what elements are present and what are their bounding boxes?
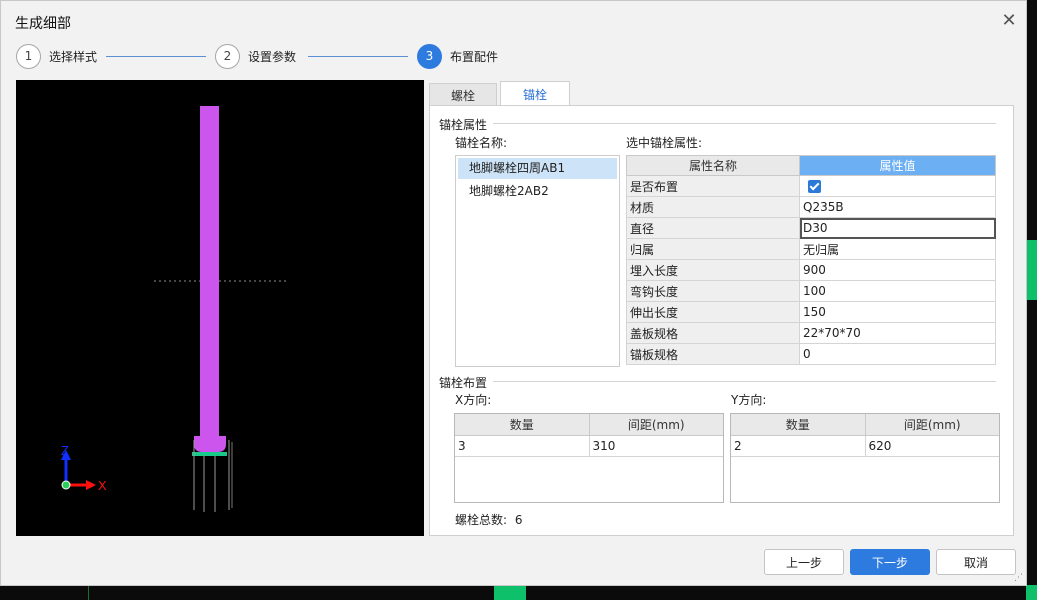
col-header-spacing: 间距(mm) bbox=[588, 414, 723, 436]
col-header-count: 数量 bbox=[455, 414, 590, 436]
table-header-row: 数量 间距(mm) bbox=[731, 414, 999, 436]
bolt-total-label: 螺栓总数: bbox=[455, 513, 508, 527]
background-highlight bbox=[494, 585, 526, 600]
bolt-total-value: 6 bbox=[514, 513, 523, 527]
step-number: 2 bbox=[215, 43, 240, 69]
table-row: 材质 Q235B bbox=[626, 196, 996, 218]
checkbox-checked-icon[interactable] bbox=[808, 180, 821, 193]
group-divider bbox=[491, 123, 996, 124]
table-row: 伸出长度 150 bbox=[626, 301, 996, 323]
z-axis-label: Z bbox=[61, 443, 69, 458]
table-row: 锚板规格 0 bbox=[626, 343, 996, 365]
prop-value-cell[interactable]: 900 bbox=[799, 259, 996, 281]
resize-grip-icon[interactable]: ⋰ bbox=[1014, 573, 1024, 583]
anchor-name-label: 锚栓名称: bbox=[455, 136, 508, 150]
background-highlight bbox=[1026, 240, 1037, 300]
prop-name-cell: 盖板规格 bbox=[626, 322, 800, 344]
prop-value-cell[interactable]: 22*70*70 bbox=[799, 322, 996, 344]
x-direction-label: X方向: bbox=[455, 393, 492, 407]
step-2: 2 设置参数 bbox=[215, 43, 296, 69]
step-label: 布置配件 bbox=[450, 49, 499, 64]
prop-value-cell[interactable]: 0 bbox=[799, 343, 996, 365]
column-base bbox=[194, 436, 226, 452]
prop-value-cell[interactable] bbox=[799, 175, 996, 197]
x-spacing-cell[interactable]: 310 bbox=[588, 434, 723, 457]
bolt-total: 螺栓总数: 6 bbox=[455, 511, 523, 528]
group-divider bbox=[491, 381, 996, 382]
steel-column bbox=[200, 106, 219, 440]
x-direction-table: 数量 间距(mm) 3 310 bbox=[454, 413, 724, 503]
step-1: 1 选择样式 bbox=[16, 43, 97, 69]
prop-value-cell[interactable]: D30 bbox=[799, 217, 996, 239]
x-axis-label: X bbox=[98, 478, 107, 493]
table-row: 埋入长度 900 bbox=[626, 259, 996, 281]
step-connector bbox=[308, 56, 408, 57]
cancel-button[interactable]: 取消 bbox=[936, 549, 1016, 575]
x-count-cell[interactable]: 3 bbox=[455, 434, 590, 457]
table-row: 3 310 bbox=[455, 434, 723, 457]
anchor-props-table: 属性名称 属性值 是否布置 材质 Q235B 直径 D30 归属 无归属 埋入长… bbox=[626, 155, 996, 365]
table-header-row: 属性名称 属性值 bbox=[626, 155, 996, 176]
tab-anchor-bolt[interactable]: 锚栓 bbox=[500, 81, 570, 106]
prop-value-cell[interactable]: 无归属 bbox=[799, 238, 996, 260]
dialog-title: 生成细部 bbox=[15, 16, 71, 32]
prev-button[interactable]: 上一步 bbox=[764, 549, 844, 575]
step-3: 3 布置配件 bbox=[417, 43, 498, 69]
prop-name-cell: 埋入长度 bbox=[626, 259, 800, 281]
y-spacing-cell[interactable]: 620 bbox=[864, 434, 999, 457]
table-header-row: 数量 间距(mm) bbox=[455, 414, 723, 436]
anchor-layout-group-title: 锚栓布置 bbox=[439, 374, 494, 391]
prop-name-cell: 是否布置 bbox=[626, 175, 800, 197]
step-number: 1 bbox=[16, 43, 41, 69]
list-item[interactable]: 地脚螺栓2AB2 bbox=[458, 181, 617, 202]
col-header-prop-name[interactable]: 属性名称 bbox=[626, 155, 800, 176]
x-axis-arrowhead bbox=[86, 480, 96, 490]
model-preview: Z X bbox=[61, 106, 288, 512]
tab-bolt[interactable]: 螺栓 bbox=[429, 83, 497, 106]
table-row: 是否布置 bbox=[626, 175, 996, 197]
list-item[interactable]: 地脚螺栓四周AB1 bbox=[458, 158, 617, 179]
col-header-count: 数量 bbox=[731, 414, 866, 436]
y-count-cell[interactable]: 2 bbox=[731, 434, 866, 457]
y-direction-table: 数量 间距(mm) 2 620 bbox=[730, 413, 1000, 503]
table-row: 弯钩长度 100 bbox=[626, 280, 996, 302]
anchor-props-group-title: 锚栓属性 bbox=[439, 116, 494, 133]
col-header-spacing: 间距(mm) bbox=[864, 414, 999, 436]
axis-origin bbox=[61, 480, 71, 490]
close-icon[interactable]: ✕ bbox=[1000, 12, 1018, 31]
table-row: 2 620 bbox=[731, 434, 999, 457]
col-header-prop-value[interactable]: 属性值 bbox=[799, 155, 996, 176]
prop-name-cell: 伸出长度 bbox=[626, 301, 800, 323]
table-row: 直径 D30 bbox=[626, 217, 996, 239]
anchor-name-list[interactable]: 地脚螺栓四周AB1 地脚螺栓2AB2 bbox=[455, 155, 620, 367]
step-label: 设置参数 bbox=[248, 49, 297, 64]
selected-props-label: 选中锚栓属性: bbox=[626, 136, 703, 150]
step-number: 3 bbox=[417, 43, 442, 69]
base-plate bbox=[192, 452, 227, 456]
prop-name-cell: 锚板规格 bbox=[626, 343, 800, 365]
table-row: 归属 无归属 bbox=[626, 238, 996, 260]
prop-value-cell[interactable]: Q235B bbox=[799, 196, 996, 218]
prop-name-cell: 材质 bbox=[626, 196, 800, 218]
prop-name-cell: 归属 bbox=[626, 238, 800, 260]
step-label: 选择样式 bbox=[49, 49, 98, 64]
background-highlight bbox=[1026, 585, 1037, 600]
y-direction-label: Y方向: bbox=[731, 393, 767, 407]
3d-preview-viewport[interactable]: Z X bbox=[16, 80, 424, 536]
prop-value-cell[interactable]: 100 bbox=[799, 280, 996, 302]
table-row: 盖板规格 22*70*70 bbox=[626, 322, 996, 344]
background-line bbox=[88, 586, 89, 600]
step-connector bbox=[106, 56, 206, 57]
prop-value-cell[interactable]: 150 bbox=[799, 301, 996, 323]
next-button[interactable]: 下一步 bbox=[850, 549, 930, 575]
prop-name-cell: 弯钩长度 bbox=[626, 280, 800, 302]
prop-name-cell: 直径 bbox=[626, 217, 800, 239]
